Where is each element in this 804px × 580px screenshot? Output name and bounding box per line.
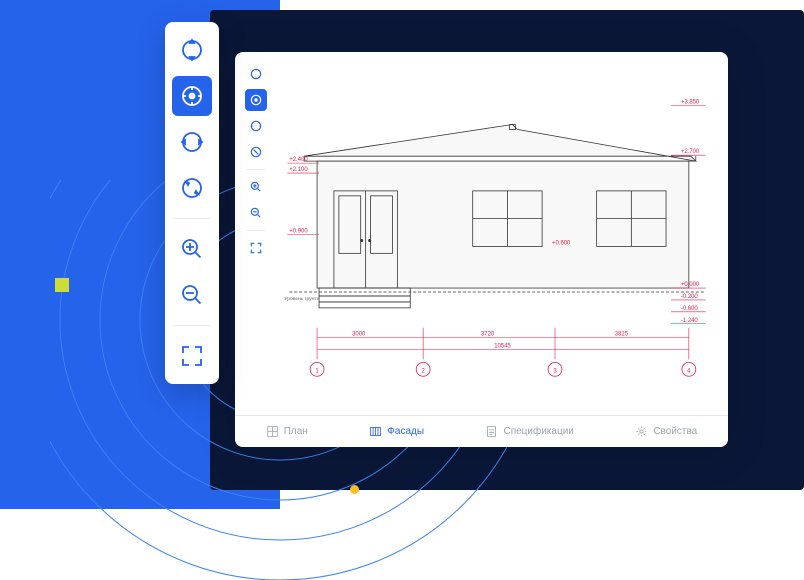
tab-plan[interactable]: План (266, 425, 308, 438)
orbit-button[interactable] (245, 141, 267, 163)
fullscreen-button[interactable] (245, 237, 267, 259)
orbit-side-button[interactable] (245, 115, 267, 137)
bottom-tabs: План Фасады Спецификации Свойства (235, 415, 728, 447)
toolbar-separator (247, 230, 265, 231)
orbit-camera-button[interactable] (245, 89, 267, 111)
toolbar-separator (174, 325, 210, 326)
app-card: Уровень грунта +3.850 +2.700 +0.000 -0.2… (235, 52, 728, 447)
svg-text:+2.400: +2.400 (289, 157, 308, 163)
orbit-side-button-large[interactable] (172, 122, 212, 162)
mini-toolbar (242, 59, 270, 263)
tab-label: Спецификации (503, 426, 573, 437)
toolbar-separator (247, 169, 265, 170)
tab-label: Фасады (387, 426, 424, 437)
svg-text:10545: 10545 (494, 344, 511, 350)
specs-icon (485, 425, 498, 438)
zoom-out-button-large[interactable] (172, 275, 212, 315)
decorative-square (55, 278, 69, 292)
svg-text:-1.240: -1.240 (681, 318, 699, 324)
tab-label: План (284, 426, 308, 437)
decorative-dot (350, 485, 359, 494)
tab-props[interactable]: Свойства (635, 425, 697, 438)
zoom-in-button[interactable] (245, 176, 267, 198)
toolbar-separator (174, 218, 210, 219)
orbit-front-button[interactable] (245, 63, 267, 85)
orbit-camera-button-large[interactable] (172, 76, 212, 116)
floating-toolbar (165, 22, 219, 384)
ground-label: Уровень грунта (284, 296, 319, 302)
svg-text:+2.700: +2.700 (681, 149, 700, 155)
svg-text:-0.200: -0.200 (681, 294, 699, 300)
orbit-button-large[interactable] (172, 168, 212, 208)
svg-text:3720: 3720 (481, 332, 495, 338)
drawing-canvas[interactable]: Уровень грунта +3.850 +2.700 +0.000 -0.2… (277, 62, 718, 409)
elevation-marks-left: +2.400 +2.100 +0.900 (287, 157, 319, 234)
svg-text:3825: 3825 (615, 332, 629, 338)
svg-text:-0.600: -0.600 (681, 306, 699, 312)
facades-icon (369, 425, 382, 438)
svg-text:+0.900: +0.900 (289, 229, 308, 235)
zoom-in-button-large[interactable] (172, 229, 212, 269)
svg-text:+0.600: +0.600 (552, 240, 571, 246)
svg-text:+3.850: +3.850 (681, 100, 700, 106)
svg-text:2: 2 (421, 368, 424, 374)
tab-specs[interactable]: Спецификации (485, 425, 573, 438)
plan-icon (266, 425, 279, 438)
svg-text:+0.000: +0.000 (681, 282, 700, 288)
orbit-front-button-large[interactable] (172, 30, 212, 70)
fullscreen-button-large[interactable] (172, 336, 212, 376)
tab-label: Свойства (653, 426, 697, 437)
gear-icon (635, 425, 648, 438)
svg-text:+2.100: +2.100 (289, 167, 308, 173)
tab-facades[interactable]: Фасады (369, 425, 424, 438)
zoom-out-button[interactable] (245, 202, 267, 224)
svg-text:3000: 3000 (352, 332, 366, 338)
